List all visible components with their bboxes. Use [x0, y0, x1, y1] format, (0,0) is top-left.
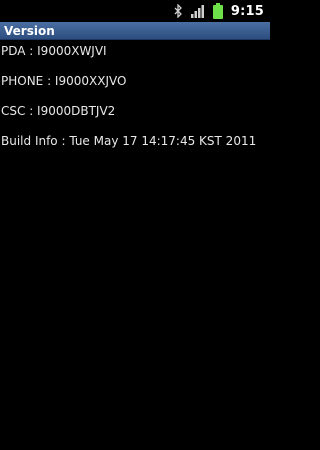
status-bar: 9:15 — [0, 0, 270, 22]
csc-version: CSC : I9000DBTJV2 — [1, 104, 116, 118]
phone-version: PHONE : I9000XXJVO — [1, 74, 127, 88]
pda-version: PDA : I9000XWJVI — [1, 44, 107, 58]
build-info: Build Info : Tue May 17 14:17:45 KST 201… — [1, 134, 257, 148]
clock: 9:15 — [230, 3, 264, 19]
title-bar: Version — [0, 22, 270, 40]
signal-icon — [190, 4, 205, 18]
battery-icon — [212, 3, 223, 19]
bluetooth-icon — [174, 4, 183, 18]
status-icons: 9:15 — [174, 0, 264, 22]
page-title: Version — [4, 24, 55, 38]
